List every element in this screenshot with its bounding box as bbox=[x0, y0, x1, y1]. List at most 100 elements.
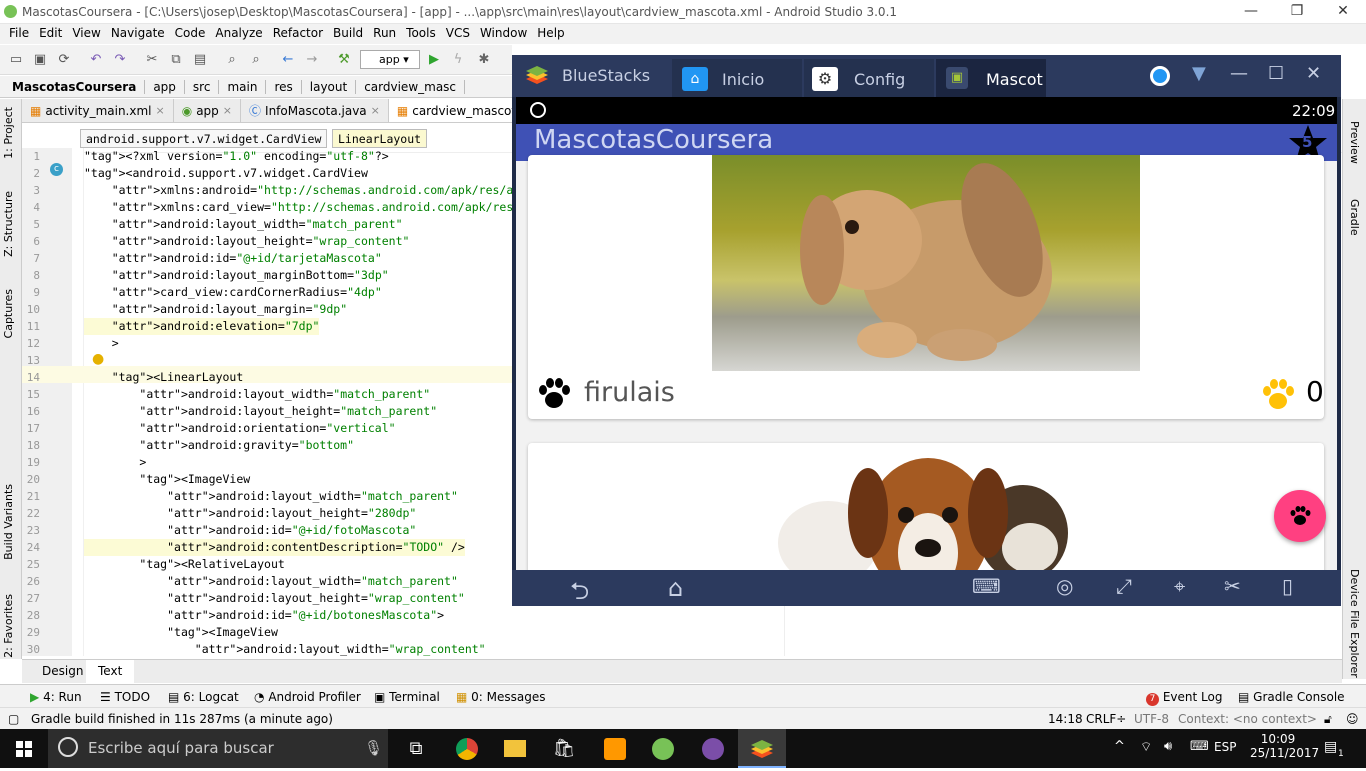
screenshot-cut-icon[interactable]: ✂ bbox=[1224, 574, 1260, 602]
make-project-icon[interactable]: ⚒ bbox=[336, 52, 352, 68]
notifications-icon[interactable]: ▼ bbox=[1192, 63, 1206, 84]
line-separator[interactable]: CRLF÷ bbox=[1086, 712, 1126, 726]
paw-rate-button[interactable] bbox=[534, 373, 574, 413]
pet-photo[interactable] bbox=[712, 155, 1140, 371]
tab-text[interactable]: Text bbox=[86, 660, 135, 684]
bluestacks-taskbar-icon[interactable] bbox=[738, 729, 786, 768]
location-icon[interactable]: ⌖ bbox=[1174, 574, 1210, 602]
github-desktop-icon[interactable] bbox=[688, 729, 736, 768]
copy-icon[interactable]: ⧉ bbox=[168, 52, 184, 68]
run-config-select[interactable]: app ▾ bbox=[360, 50, 420, 69]
redo-icon[interactable]: ↷ bbox=[112, 52, 128, 68]
tool-logcat[interactable]: ▤ 6: Logcat bbox=[168, 690, 239, 704]
cut-icon[interactable]: ✂ bbox=[144, 52, 160, 68]
menu-edit[interactable]: Edit bbox=[34, 24, 67, 44]
status-message[interactable]: Gradle build finished in 11s 287ms (a mi… bbox=[31, 712, 333, 726]
crumb-res[interactable]: res bbox=[270, 79, 302, 94]
context-indicator[interactable]: Context: <no context> bbox=[1178, 712, 1317, 726]
android-studio-taskbar-icon[interactable] bbox=[638, 729, 686, 768]
crumb-file[interactable]: cardview_masc bbox=[360, 79, 466, 94]
path-cardview[interactable]: android.support.v7.widget.CardView bbox=[80, 129, 328, 148]
floating-action-button[interactable] bbox=[1274, 490, 1326, 542]
class-gutter-icon[interactable]: c bbox=[50, 163, 63, 176]
fullscreen-icon[interactable]: ⤢ bbox=[1116, 574, 1152, 602]
back-nav-icon[interactable]: ⮌ bbox=[570, 574, 610, 605]
menu-run[interactable]: Run bbox=[368, 24, 401, 44]
replace-icon[interactable]: ⌕ bbox=[248, 52, 264, 68]
keyboard-layout-icon[interactable]: ⌨ bbox=[1190, 739, 1209, 754]
file-explorer-icon[interactable] bbox=[490, 729, 538, 768]
bs-tab-config[interactable]: ⚙ Config bbox=[804, 59, 934, 97]
crumb-src[interactable]: src bbox=[189, 79, 220, 94]
crumb-project[interactable]: MascotasCoursera bbox=[8, 79, 146, 94]
apply-changes-icon[interactable]: ϟ bbox=[450, 52, 466, 68]
tool-todo[interactable]: ☰ TODO bbox=[100, 690, 150, 704]
store-icon[interactable]: 🛍︎ bbox=[540, 729, 588, 768]
bs-tab-mascot[interactable]: ▣ Mascot bbox=[936, 59, 1046, 97]
pets-list[interactable]: firulais 0 bbox=[516, 155, 1337, 570]
back-icon[interactable]: ← bbox=[280, 52, 296, 68]
tool-device-file-explorer[interactable]: Device File Explorer bbox=[1348, 569, 1361, 678]
tool-terminal[interactable]: ▣ Terminal bbox=[374, 690, 440, 704]
paste-icon[interactable]: ▤ bbox=[192, 52, 208, 68]
menu-tools[interactable]: Tools bbox=[401, 24, 441, 44]
caret-position[interactable]: 14:18 bbox=[1048, 712, 1083, 726]
forward-icon[interactable]: → bbox=[304, 52, 320, 68]
menu-help[interactable]: Help bbox=[532, 24, 569, 44]
path-linearlayout[interactable]: LinearLayout bbox=[332, 129, 428, 148]
menu-navigate[interactable]: Navigate bbox=[106, 24, 170, 44]
home-nav-icon[interactable]: ⌂ bbox=[668, 574, 708, 602]
network-icon[interactable]: ⌔ bbox=[1140, 739, 1152, 755]
crumb-app[interactable]: app bbox=[149, 79, 185, 94]
tool-messages[interactable]: ▦ 0: Messages bbox=[456, 690, 546, 704]
bs-maximize-icon[interactable]: ☐ bbox=[1268, 63, 1284, 84]
close-tab-icon[interactable]: × bbox=[156, 104, 165, 117]
tool-profiler[interactable]: ◔ Android Profiler bbox=[254, 690, 361, 704]
tool-gradle-console[interactable]: ▤ Gradle Console bbox=[1238, 690, 1345, 704]
clock[interactable]: 10:09 25/11/2017 bbox=[1250, 732, 1319, 760]
bs-minimize-icon[interactable]: — bbox=[1230, 63, 1248, 84]
debug-icon[interactable]: ✱ bbox=[476, 52, 492, 68]
lock-icon[interactable]: 🔓︎ bbox=[1324, 712, 1332, 727]
account-icon[interactable] bbox=[1150, 66, 1170, 86]
show-hidden-icons[interactable]: ^ bbox=[1114, 739, 1125, 754]
menu-refactor[interactable]: Refactor bbox=[268, 24, 328, 44]
open-folder-icon[interactable]: ▭ bbox=[8, 52, 24, 68]
menu-file[interactable]: File bbox=[4, 24, 34, 44]
bs-tab-inicio[interactable]: ⌂ Inicio bbox=[672, 59, 802, 97]
bs-close-icon[interactable]: ✕ bbox=[1306, 63, 1321, 84]
close-button[interactable]: ✕ bbox=[1320, 0, 1366, 24]
hide-icon[interactable]: ◎ bbox=[1056, 574, 1092, 602]
menu-analyze[interactable]: Analyze bbox=[210, 24, 267, 44]
tab-activity-main[interactable]: ▦ activity_main.xml × bbox=[22, 99, 174, 122]
tool-run[interactable]: ▶ 4: Run bbox=[30, 690, 82, 704]
action-center-icon[interactable]: ▤ bbox=[1324, 739, 1337, 755]
menu-code[interactable]: Code bbox=[170, 24, 211, 44]
restore-button[interactable]: ❐ bbox=[1274, 0, 1320, 24]
sync-icon[interactable]: ⟳ bbox=[56, 52, 72, 68]
chrome-taskbar-icon[interactable] bbox=[442, 729, 490, 768]
inspector-icon[interactable]: ☺ bbox=[1346, 712, 1359, 726]
undo-icon[interactable]: ↶ bbox=[88, 52, 104, 68]
close-tab-icon[interactable]: × bbox=[223, 104, 232, 117]
minimize-button[interactable]: — bbox=[1228, 0, 1274, 24]
language-indicator[interactable]: ESP bbox=[1214, 740, 1236, 754]
task-view-icon[interactable]: ⧉ bbox=[392, 729, 440, 768]
close-tab-icon[interactable]: × bbox=[371, 104, 380, 117]
sublime-text-icon[interactable] bbox=[590, 729, 638, 768]
microphone-icon[interactable]: 🎙︎ bbox=[364, 739, 383, 757]
keyboard-icon[interactable]: ⌨ bbox=[972, 574, 1028, 602]
taskbar-search[interactable]: Escribe aquí para buscar 🎙︎ bbox=[48, 729, 388, 768]
menu-window[interactable]: Window bbox=[475, 24, 532, 44]
find-icon[interactable]: ⌕ bbox=[224, 52, 240, 68]
tab-infomascota[interactable]: Ⓒ InfoMascota.java × bbox=[241, 99, 389, 122]
volume-icon[interactable]: 🔊︎ bbox=[1164, 739, 1172, 754]
save-icon[interactable]: ▣ bbox=[32, 52, 48, 68]
file-encoding[interactable]: UTF-8 bbox=[1134, 712, 1169, 726]
crumb-layout[interactable]: layout bbox=[306, 79, 357, 94]
tool-event-log[interactable]: 7 Event Log bbox=[1146, 690, 1222, 706]
tab-app[interactable]: ◉ app × bbox=[174, 99, 242, 122]
start-button[interactable] bbox=[0, 729, 48, 768]
crumb-main[interactable]: main bbox=[223, 79, 267, 94]
toggle-tool-windows-icon[interactable]: ▢ bbox=[8, 712, 19, 726]
